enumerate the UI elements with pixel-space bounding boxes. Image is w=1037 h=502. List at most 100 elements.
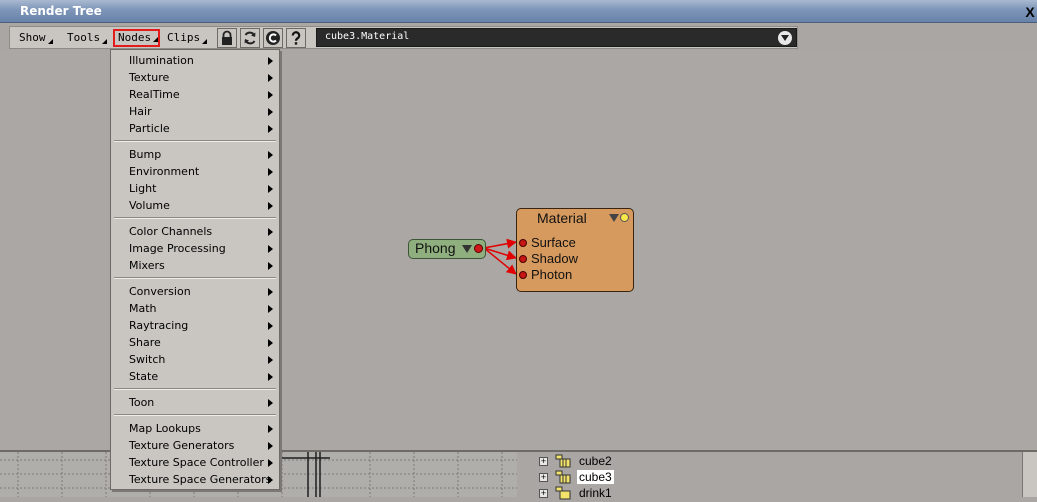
menu-item-label: Map Lookups [129, 422, 201, 435]
menu-item-label: RealTime [129, 88, 180, 101]
expand-icon[interactable]: + [539, 473, 548, 482]
menu-item-label: Conversion [129, 285, 191, 298]
menu-item-texture[interactable]: Texture [111, 69, 279, 86]
model-object-icon [555, 454, 571, 468]
menu-item-label: Image Processing [129, 242, 226, 255]
phong-node[interactable]: Phong [408, 239, 486, 259]
menu-item-label: Bump [129, 148, 162, 161]
shadow-port-label: Shadow [531, 251, 578, 266]
submenu-arrow-icon [268, 288, 273, 296]
menu-item-label: Particle [129, 122, 170, 135]
model-object-icon [555, 470, 571, 484]
menu-item-texture-space-controller[interactable]: Texture Space Controller [111, 454, 279, 471]
menu-item-hair[interactable]: Hair [111, 103, 279, 120]
submenu-arrow-icon [268, 262, 273, 270]
menu-item-realtime[interactable]: RealTime [111, 86, 279, 103]
tree-item-label: cube3 [577, 470, 614, 484]
submenu-arrow-icon [268, 459, 273, 467]
menu-item-label: State [129, 370, 159, 383]
tree-item-label: drink1 [579, 486, 612, 500]
submenu-arrow-icon [268, 442, 273, 450]
menu-item-label: Color Channels [129, 225, 213, 238]
menu-item-label: Raytracing [129, 319, 189, 332]
photon-port-label: Photon [531, 267, 573, 282]
menu-item-share[interactable]: Share [111, 334, 279, 351]
link-photon [483, 247, 517, 275]
menu-item-label: Environment [129, 165, 200, 178]
material-node[interactable]: Material Surface Shadow Photon [516, 208, 634, 292]
submenu-arrow-icon [268, 373, 273, 381]
link-shadow [483, 247, 517, 261]
submenu-arrow-icon [268, 322, 273, 330]
explorer-panel: + cube2 + cube3 + drink1 [517, 450, 1037, 500]
menu-separator [114, 217, 276, 219]
submenu-arrow-icon [268, 202, 273, 210]
submenu-arrow-icon [268, 151, 273, 159]
menu-separator [114, 414, 276, 416]
submenu-arrow-icon [268, 339, 273, 347]
menu-item-label: Math [129, 302, 157, 315]
menu-item-light[interactable]: Light [111, 180, 279, 197]
submenu-arrow-icon [268, 108, 273, 116]
menu-item-label: Share [129, 336, 161, 349]
output-port[interactable] [474, 244, 483, 253]
submenu-arrow-icon [268, 399, 273, 407]
submenu-arrow-icon [268, 74, 273, 82]
menu-item-label: Mixers [129, 259, 165, 272]
submenu-arrow-icon [268, 356, 273, 364]
menu-item-particle[interactable]: Particle [111, 120, 279, 137]
menu-item-raytracing[interactable]: Raytracing [111, 317, 279, 334]
menu-item-volume[interactable]: Volume [111, 197, 279, 214]
vertical-scrollbar[interactable] [1022, 452, 1037, 497]
menu-item-state[interactable]: State [111, 368, 279, 385]
menu-item-conversion[interactable]: Conversion [111, 283, 279, 300]
menu-item-texture-generators[interactable]: Texture Generators [111, 437, 279, 454]
menu-item-texture-space-generators[interactable]: Texture Space Generators [111, 471, 279, 488]
menu-item-image-processing[interactable]: Image Processing [111, 240, 279, 257]
collapse-triangle-icon[interactable] [462, 245, 472, 253]
collapse-triangle-icon[interactable] [609, 214, 619, 222]
menu-item-map-lookups[interactable]: Map Lookups [111, 420, 279, 437]
shadow-input-port[interactable] [519, 255, 527, 263]
menu-item-label: Texture Space Generators [129, 473, 272, 486]
expand-icon[interactable]: + [539, 489, 548, 498]
menu-item-label: Texture Generators [129, 439, 235, 452]
phong-node-label: Phong [415, 240, 456, 256]
model-object-icon [555, 486, 571, 500]
submenu-arrow-icon [268, 125, 273, 133]
menu-item-label: Illumination [129, 54, 194, 67]
surface-port-label: Surface [531, 235, 576, 250]
submenu-arrow-icon [268, 476, 273, 484]
menu-item-switch[interactable]: Switch [111, 351, 279, 368]
menu-item-label: Volume [129, 199, 170, 212]
menu-item-math[interactable]: Math [111, 300, 279, 317]
submenu-arrow-icon [268, 91, 273, 99]
menu-item-environment[interactable]: Environment [111, 163, 279, 180]
menu-item-mixers[interactable]: Mixers [111, 257, 279, 274]
photon-input-port[interactable] [519, 271, 527, 279]
menu-item-color-channels[interactable]: Color Channels [111, 223, 279, 240]
surface-input-port[interactable] [519, 239, 527, 247]
submenu-arrow-icon [268, 245, 273, 253]
expand-icon[interactable]: + [539, 457, 548, 466]
menu-separator [114, 388, 276, 390]
menu-item-bump[interactable]: Bump [111, 146, 279, 163]
menu-separator [114, 140, 276, 142]
material-node-label: Material [537, 210, 587, 226]
menu-item-label: Hair [129, 105, 152, 118]
menu-item-label: Toon [129, 396, 155, 409]
menu-item-label: Light [129, 182, 157, 195]
tree-item-label: cube2 [579, 454, 612, 468]
menu-item-label: Switch [129, 353, 166, 366]
menu-item-illumination[interactable]: Illumination [111, 52, 279, 69]
submenu-arrow-icon [268, 425, 273, 433]
submenu-arrow-icon [268, 305, 273, 313]
menu-item-toon[interactable]: Toon [111, 394, 279, 411]
menu-separator [114, 277, 276, 279]
menu-item-label: Texture Space Controller [129, 456, 264, 469]
link-surface [483, 238, 517, 249]
output-port[interactable] [620, 213, 629, 222]
menu-item-label: Texture [129, 71, 170, 84]
nodes-popup-menu: Illumination Texture RealTime Hair Parti… [110, 49, 280, 490]
submenu-arrow-icon [268, 168, 273, 176]
